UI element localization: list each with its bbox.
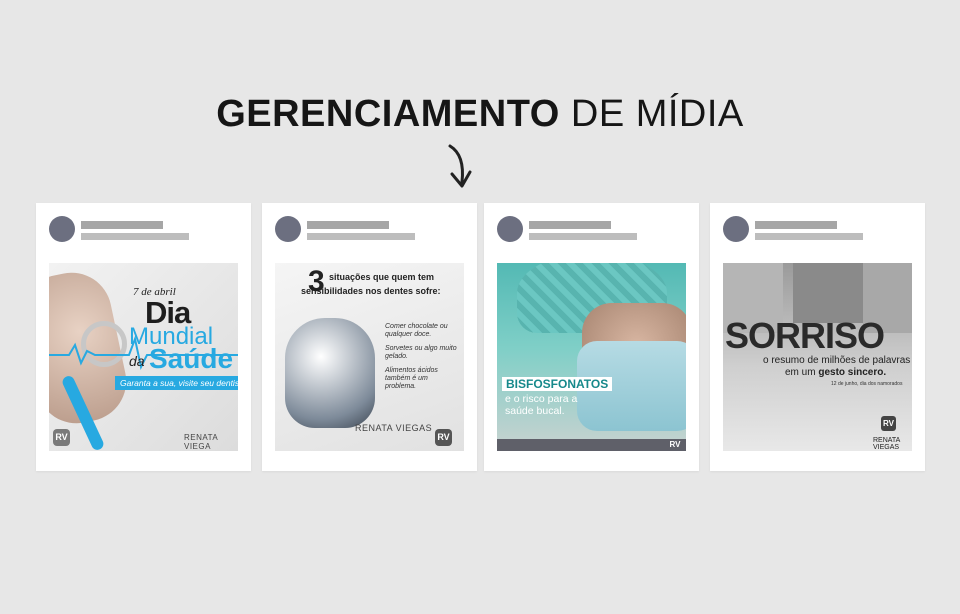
post-subtitle: e o risco para a saúde bucal. xyxy=(505,393,578,418)
post-label: BISFOSFONATOS xyxy=(502,377,613,391)
avatar xyxy=(497,216,523,242)
tooth-graphic xyxy=(285,318,375,428)
post-card-2[interactable]: 3 situações que quem tem sensibilidades … xyxy=(262,203,477,471)
brand-name: RENATA VIEGA xyxy=(184,433,218,451)
post-card-3[interactable]: BISFOSFONATOS e o risco para a saúde buc… xyxy=(484,203,699,471)
post-headline-1: situações que quem tem xyxy=(329,272,435,282)
placeholder-meta-bar xyxy=(755,233,863,240)
title-bold: GERENCIAMENTO xyxy=(216,93,560,135)
title-light: DE MÍDIA xyxy=(570,93,744,135)
post-title-saude: Saúde xyxy=(149,343,234,374)
avatar xyxy=(723,216,749,242)
post-line-2: em um gesto sincero. xyxy=(785,367,886,378)
post-headline-2: sensibilidades nos dentes sofre: xyxy=(301,286,441,296)
post-word: SORRISO xyxy=(725,315,885,356)
placeholder-name-bar xyxy=(307,221,389,229)
placeholder-meta-bar xyxy=(307,233,415,240)
placeholder-name-bar xyxy=(81,221,163,229)
post-list: Comer chocolate ou qualquer doce. Sorvet… xyxy=(385,323,460,397)
post-date: 12 de junho, dia dos namorados xyxy=(831,381,903,387)
avatar xyxy=(275,216,301,242)
post-card-4[interactable]: SORRISO o resumo de milhões de palavras … xyxy=(710,203,925,471)
post-card-1[interactable]: 7 de abril Dia Mundial da Saúde Garanta … xyxy=(36,203,251,471)
post-banner: Garanta a sua, visite seu dentista! xyxy=(115,376,238,390)
placeholder-meta-bar xyxy=(529,233,637,240)
placeholder-name-bar xyxy=(755,221,837,229)
post-image[interactable]: SORRISO o resumo de milhões de palavras … xyxy=(723,263,912,451)
post-image[interactable]: BISFOSFONATOS e o risco para a saúde buc… xyxy=(497,263,686,451)
post-line-2b: gesto sincero. xyxy=(818,367,887,378)
brand-logo-icon: RV xyxy=(53,429,70,446)
list-item: Sorvetes ou algo muito gelado. xyxy=(385,344,457,361)
brand-name: RENATA VIEGAS xyxy=(355,423,433,433)
brand-logo-icon: RV xyxy=(669,440,681,449)
post-image[interactable]: 7 de abril Dia Mundial da Saúde Garanta … xyxy=(49,263,238,451)
post-footer-bar xyxy=(497,439,686,451)
post-title-da: da xyxy=(129,353,145,369)
post-image[interactable]: 3 situações que quem tem sensibilidades … xyxy=(275,263,464,451)
avatar xyxy=(49,216,75,242)
list-item: Comer chocolate ou qualquer doce. xyxy=(385,323,448,339)
placeholder-meta-bar xyxy=(81,233,189,240)
brand-logo-icon: RV xyxy=(435,429,452,446)
brand-name: RENATA VIEGAS xyxy=(873,437,900,451)
photo-tile xyxy=(793,263,863,323)
brand-logo-icon: RV xyxy=(881,416,896,431)
post-line-2a: em um xyxy=(785,367,819,378)
page-title: GERENCIAMENTO DE MÍDIA xyxy=(0,93,960,136)
post-line-1: o resumo de milhões de palavras xyxy=(763,355,911,366)
list-item: Alimentos ácidos também é um problema. xyxy=(385,366,438,391)
placeholder-name-bar xyxy=(529,221,611,229)
arrow-down-icon xyxy=(448,144,472,188)
